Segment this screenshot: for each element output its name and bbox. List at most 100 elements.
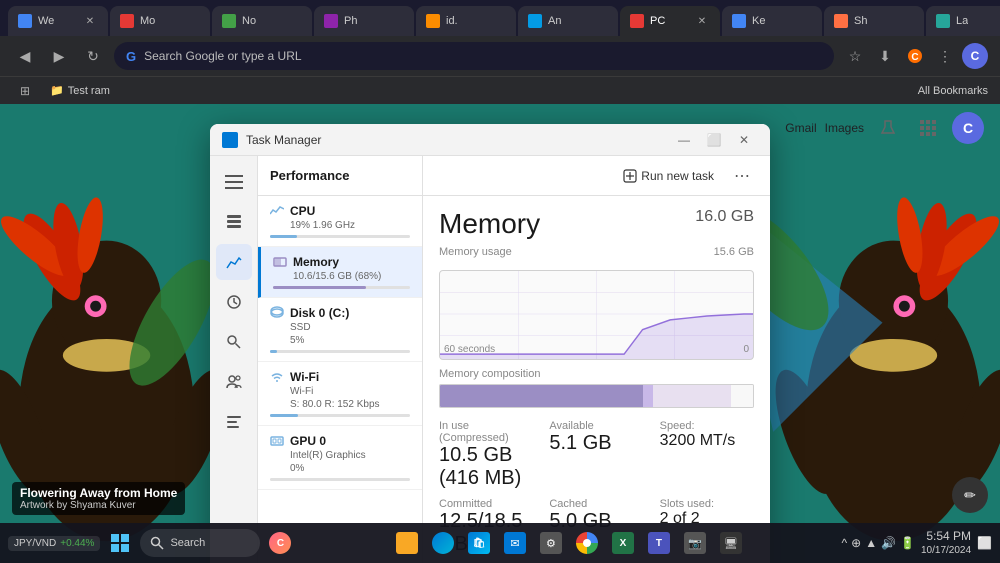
all-bookmarks[interactable]: All Bookmarks [918,85,988,97]
tm-minimize-button[interactable]: — [670,130,698,150]
taskbar-app-store[interactable]: 🛍 [463,527,495,559]
battery-icon[interactable]: 🔋 [900,536,915,550]
taskbar-app-monitor[interactable]: 🖥 [715,527,747,559]
sidebar-history-icon[interactable] [216,284,252,320]
taskbar-app-explorer[interactable] [391,527,423,559]
more-options-button[interactable]: ⋯ [730,164,754,188]
taskbar-app-excel[interactable]: X [607,527,639,559]
list-item-memory[interactable]: Memory 10.6/15.6 GB (68%) [258,247,422,298]
tm-panel-header: Performance [258,156,422,196]
sidebar-processes-icon[interactable] [216,204,252,240]
tab-title: PC [650,15,665,27]
taskbar-app-teams[interactable]: T [643,527,675,559]
taskbar-cortana[interactable]: C [264,527,296,559]
download-icon[interactable]: ⬇ [872,43,898,69]
gpu-sub1: Intel(R) Graphics [270,450,410,461]
tm-title: Task Manager [246,133,321,147]
apps-grid-icon[interactable] [912,112,944,144]
ticker-change: +0.44% [60,538,94,549]
memory-usage-label: Memory usage [439,246,512,258]
sidebar-details-icon[interactable] [216,404,252,440]
profile-avatar[interactable]: C [962,43,988,69]
tm-close-button[interactable]: ✕ [730,130,758,150]
taskbar-clock[interactable]: 5:54 PM 10/17/2024 [921,528,971,559]
tab-we[interactable]: We ✕ [8,6,108,36]
bookmark-label: Test ram [68,85,110,97]
sidebar-performance-icon[interactable] [216,244,252,280]
cpu-icon [270,204,284,218]
back-button[interactable]: ◀ [12,43,38,69]
extension-icon[interactable]: C [902,43,928,69]
clock-date: 10/17/2024 [921,544,971,558]
taskbar-app-settings[interactable]: ⚙ [535,527,567,559]
memory-total: 16.0 GB [695,208,754,226]
images-link[interactable]: Images [825,121,864,135]
tab-ke[interactable]: Ke [722,6,822,36]
menu-icon[interactable]: ⋮ [932,43,958,69]
cpu-sub: 19% 1.96 GHz [270,220,410,231]
tab-favicon [732,14,746,28]
tab-mo[interactable]: Mo [110,6,210,36]
gmail-link[interactable]: Gmail [785,121,816,135]
camera-icon: 📷 [684,532,706,554]
tab-la[interactable]: La [926,6,1000,36]
list-item-wifi[interactable]: Wi-Fi Wi-Fi S: 80.0 R: 152 Kbps [258,362,422,426]
network-icon[interactable]: ⊕ [851,536,861,550]
tab-an[interactable]: An [518,6,618,36]
apps-icon[interactable]: ⊞ [12,78,38,104]
google-profile-avatar[interactable]: C [952,112,984,144]
sidebar-search-icon[interactable] [216,324,252,360]
tm-memory-content: Memory 16.0 GB Memory usage 15.6 GB [423,196,770,563]
tab-sh[interactable]: Sh [824,6,924,36]
bookmark-icon[interactable]: ☆ [842,43,868,69]
taskbar-app-chrome[interactable] [571,527,603,559]
run-new-task-button[interactable]: Run new task [615,165,722,187]
ticker-widget[interactable]: JPY/VND +0.44% [8,536,100,551]
list-item-cpu[interactable]: CPU 19% 1.96 GHz [258,196,422,247]
tab-ph[interactable]: Ph [314,6,414,36]
chevron-up-icon[interactable]: ^ [841,536,847,550]
cpu-bar [270,235,410,238]
edge-icon [432,532,454,554]
volume-icon[interactable]: 🔊 [881,536,896,550]
disk-icon [270,306,284,320]
memory-composition-bar [439,384,754,408]
tm-restore-button[interactable]: ⬜ [700,130,728,150]
wifi-name: Wi-Fi [290,370,319,384]
notification-bell-icon[interactable]: ⬜ [977,536,992,550]
mail-icon: ✉ [504,532,526,554]
tab-id[interactable]: id. [416,6,516,36]
taskbar-app-mail[interactable]: ✉ [499,527,531,559]
comp-free [731,385,753,407]
ticker-symbol: JPY/VND [14,538,56,549]
taskbar-center: 🛍 ✉ ⚙ [300,527,837,559]
taskbar-search-text: Search [170,537,205,549]
taskbar-app-edge[interactable] [427,527,459,559]
list-item-disk[interactable]: Disk 0 (C:) SSD 5% [258,298,422,362]
start-button[interactable] [104,527,136,559]
tm-body: Performance CPU [210,156,770,563]
tab-close[interactable]: ✕ [82,13,98,29]
windows-logo-icon [110,533,130,553]
list-item-gpu[interactable]: GPU 0 Intel(R) Graphics 0% [258,426,422,490]
sidebar-users-icon[interactable] [216,364,252,400]
edit-button[interactable]: ✏ [952,477,988,513]
tab-pc[interactable]: PC ✕ [620,6,720,36]
bottom-notification: Flowering Away from Home Artwork by Shya… [12,482,185,515]
flask-icon[interactable] [872,112,904,144]
taskbar-search-box[interactable]: Search [140,529,260,557]
tab-close-pc[interactable]: ✕ [694,13,710,29]
forward-button[interactable]: ▶ [46,43,72,69]
comp-in-use [440,385,643,407]
taskbar-app-camera[interactable]: 📷 [679,527,711,559]
tab-no[interactable]: No [212,6,312,36]
disk-sub2: 5% [270,335,410,346]
reload-button[interactable]: ↻ [80,43,106,69]
bookmark-test-ram[interactable]: 📁 Test ram [42,82,118,99]
url-box[interactable]: G Search Google or type a URL [114,42,834,70]
gpu-sub2: 0% [270,463,410,474]
wifi-tray-icon[interactable]: ▲ [865,536,877,550]
sidebar-hamburger-icon[interactable] [216,164,252,200]
tab-title: Ke [752,15,765,27]
wifi-icon [270,370,284,384]
